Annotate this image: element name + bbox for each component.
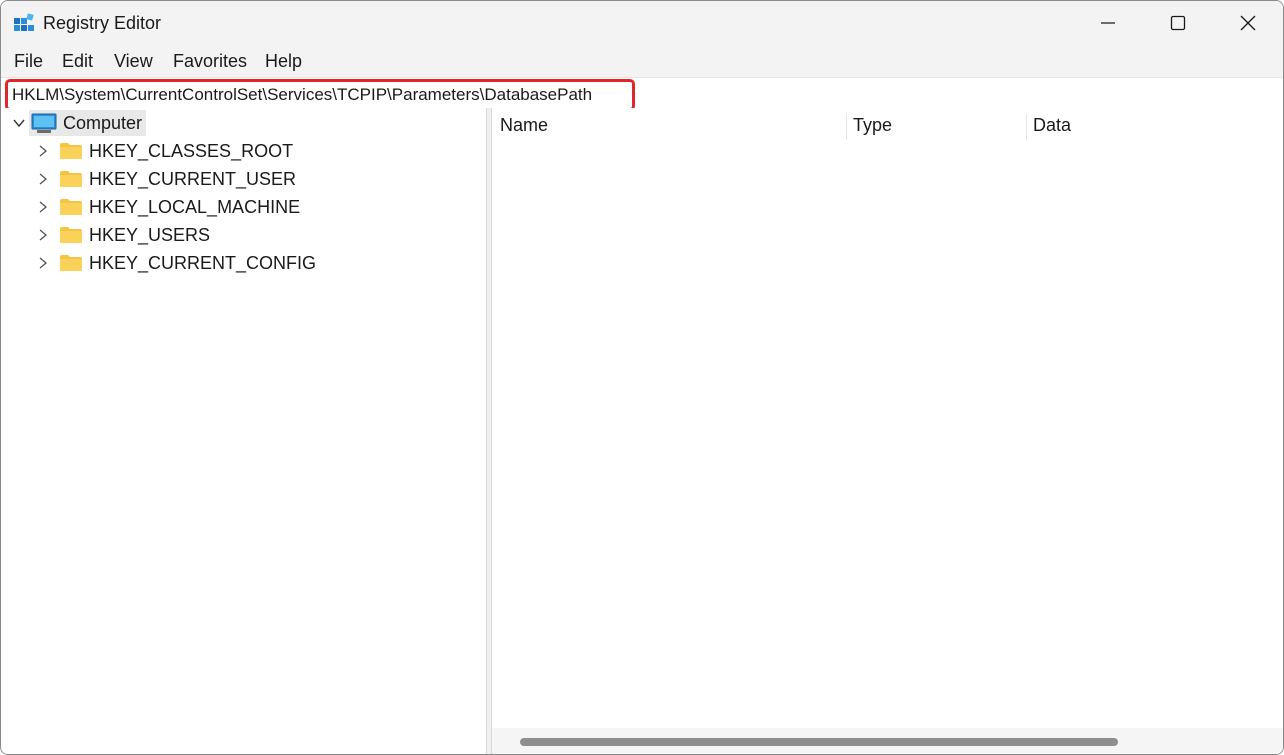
tree-item-label: HKEY_CURRENT_USER bbox=[89, 168, 297, 189]
menu-edit[interactable]: Edit bbox=[62, 51, 93, 72]
menu-file[interactable]: File bbox=[14, 51, 43, 72]
chevron-right-icon[interactable] bbox=[35, 171, 51, 187]
maximize-button[interactable] bbox=[1143, 1, 1213, 45]
folder-icon bbox=[60, 255, 82, 271]
computer-icon bbox=[31, 113, 57, 133]
chevron-down-icon[interactable] bbox=[11, 115, 27, 131]
chevron-right-icon[interactable] bbox=[35, 143, 51, 159]
registry-editor-window: Registry Editor File Edit View Favorites… bbox=[0, 0, 1284, 755]
menu-help[interactable]: Help bbox=[265, 51, 302, 72]
tree-item-computer[interactable]: Computer bbox=[11, 110, 147, 136]
scrollbar-thumb[interactable] bbox=[520, 738, 1118, 746]
menu-favorites[interactable]: Favorites bbox=[173, 51, 247, 72]
minimize-button[interactable] bbox=[1073, 1, 1143, 45]
tree-item-hkey-users[interactable]: HKEY_USERS bbox=[35, 222, 210, 248]
horizontal-scrollbar[interactable] bbox=[492, 728, 1283, 754]
folder-icon bbox=[60, 227, 82, 243]
address-bar bbox=[1, 77, 1283, 111]
registry-editor-icon bbox=[14, 13, 34, 31]
menu-bar: File Edit View Favorites Help bbox=[1, 45, 1283, 77]
tree-item-hkey-current-user[interactable]: HKEY_CURRENT_USER bbox=[35, 166, 296, 192]
folder-icon bbox=[60, 171, 82, 187]
address-input[interactable] bbox=[5, 79, 635, 111]
tree-item-label: HKEY_CURRENT_CONFIG bbox=[89, 252, 317, 273]
chevron-right-icon[interactable] bbox=[35, 227, 51, 243]
folder-icon bbox=[60, 143, 82, 159]
window-title: Registry Editor bbox=[43, 13, 162, 33]
tree-item-label: HKEY_CLASSES_ROOT bbox=[89, 140, 294, 161]
close-button[interactable] bbox=[1213, 1, 1283, 45]
column-header-name[interactable]: Name bbox=[492, 108, 846, 142]
tree-item-computer-selection: Computer bbox=[29, 110, 147, 136]
value-list-pane[interactable]: Name Type Data bbox=[492, 108, 1283, 754]
tree-item-label: Computer bbox=[63, 112, 143, 133]
minimize-icon bbox=[1101, 22, 1115, 24]
column-header-type[interactable]: Type bbox=[845, 108, 1025, 142]
column-header-data[interactable]: Data bbox=[1025, 108, 1275, 142]
menu-view[interactable]: View bbox=[114, 51, 153, 72]
tree-item-label: HKEY_LOCAL_MACHINE bbox=[89, 196, 301, 217]
maximize-icon bbox=[1170, 15, 1186, 31]
chevron-right-icon[interactable] bbox=[35, 199, 51, 215]
tree-item-hkey-classes-root[interactable]: HKEY_CLASSES_ROOT bbox=[35, 138, 293, 164]
chevron-right-icon[interactable] bbox=[35, 255, 51, 271]
title-bar[interactable]: Registry Editor bbox=[1, 1, 1283, 45]
close-icon bbox=[1240, 15, 1256, 31]
tree-item-hkey-current-config[interactable]: HKEY_CURRENT_CONFIG bbox=[35, 250, 316, 276]
tree-item-label: HKEY_USERS bbox=[89, 224, 211, 245]
tree-item-hkey-local-machine[interactable]: HKEY_LOCAL_MACHINE bbox=[35, 194, 300, 220]
folder-icon bbox=[60, 199, 82, 215]
